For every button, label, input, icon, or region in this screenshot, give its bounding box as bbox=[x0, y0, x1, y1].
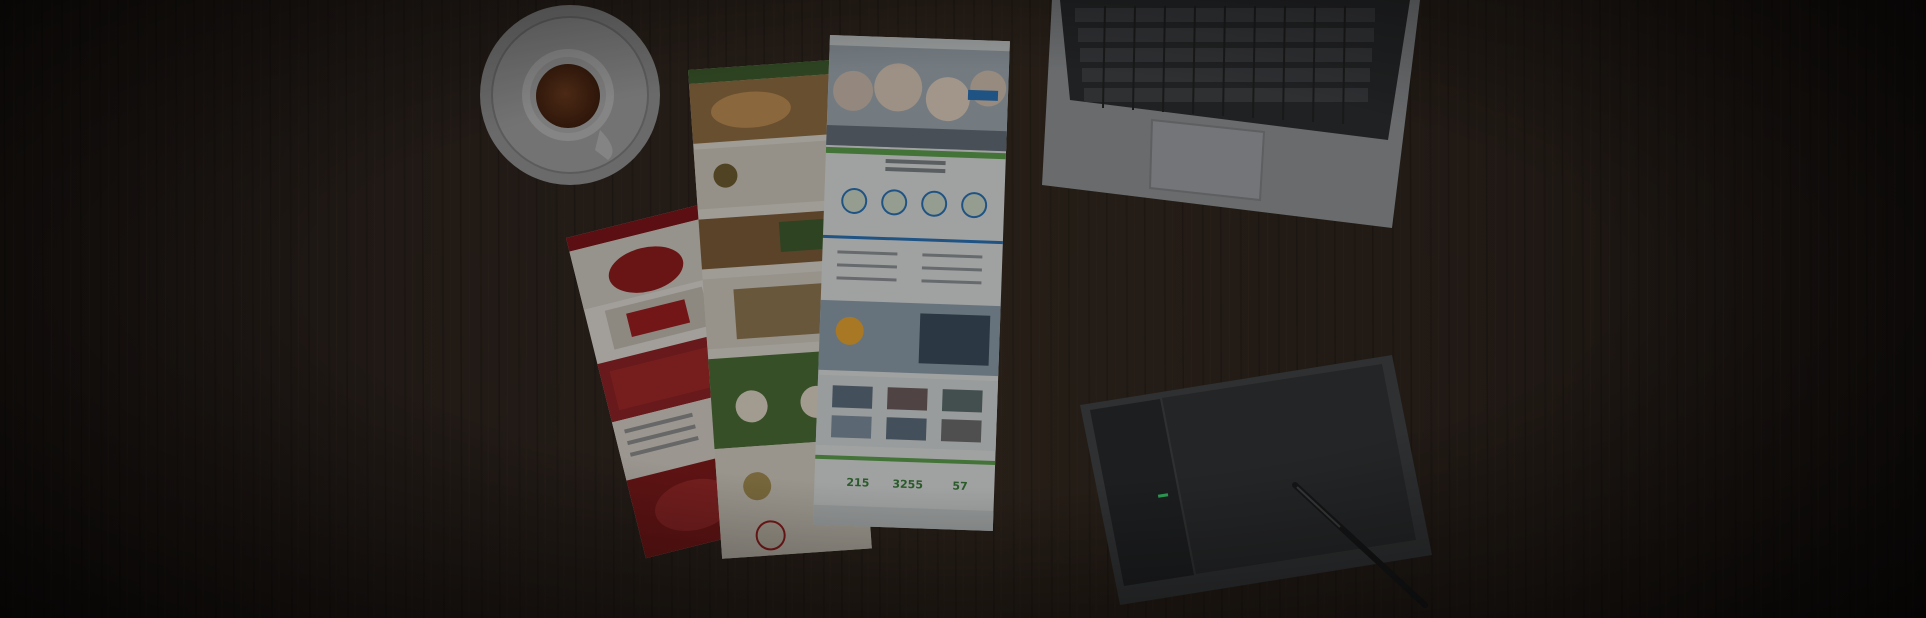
desk-illustration: 215 3255 57 bbox=[0, 0, 1926, 618]
desk-scene: 215 3255 57 bbox=[0, 0, 1926, 618]
